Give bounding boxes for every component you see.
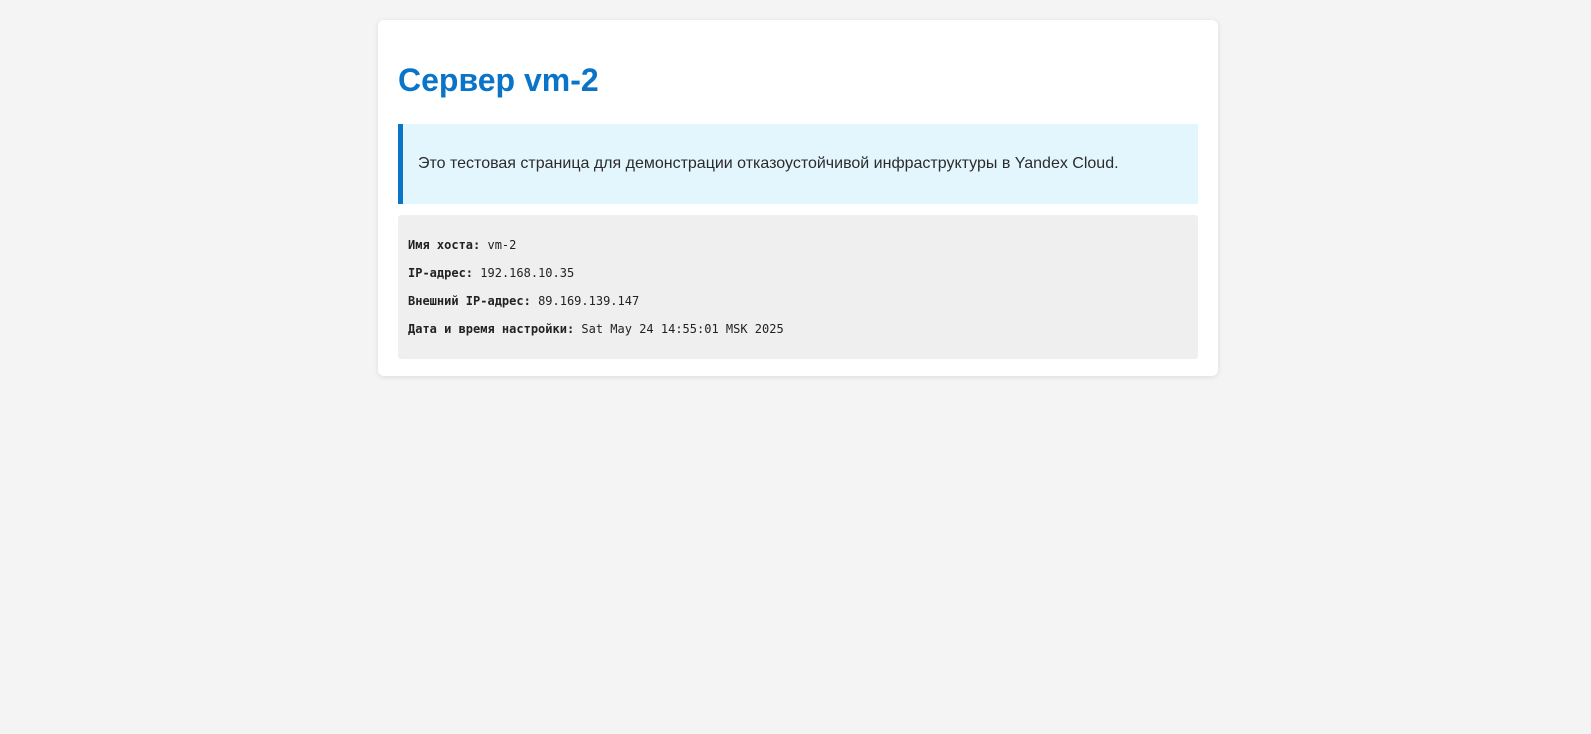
description-callout: Это тестовая страница для демонстрации о… [398, 124, 1198, 204]
server-details-block: Имя хоста: vm-2 IP-адрес: 192.168.10.35 … [398, 215, 1198, 359]
external-ip-value: 89.169.139.147 [538, 294, 640, 308]
hostname-row: Имя хоста: vm-2 [408, 237, 1188, 265]
hostname-value: vm-2 [487, 238, 517, 252]
ip-label: IP-адрес: [408, 266, 474, 280]
external-ip-label: Внешний IP-адрес: [408, 294, 531, 308]
setup-date-row: Дата и время настройки: Sat May 24 14:55… [408, 321, 1188, 349]
external-ip-row: Внешний IP-адрес: 89.169.139.147 [408, 293, 1188, 321]
description-text: Это тестовая страница для демонстрации о… [418, 155, 1119, 172]
setup-date-value: Sat May 24 14:55:01 MSK 2025 [581, 322, 784, 336]
ip-value: 192.168.10.35 [480, 266, 575, 280]
server-info-card: Сервер vm-2 Это тестовая страница для де… [378, 20, 1218, 376]
page-title: Сервер vm-2 [398, 62, 599, 98]
hostname-label: Имя хоста: [408, 238, 481, 252]
setup-date-label: Дата и время настройки: [408, 322, 575, 336]
ip-row: IP-адрес: 192.168.10.35 [408, 265, 1188, 293]
